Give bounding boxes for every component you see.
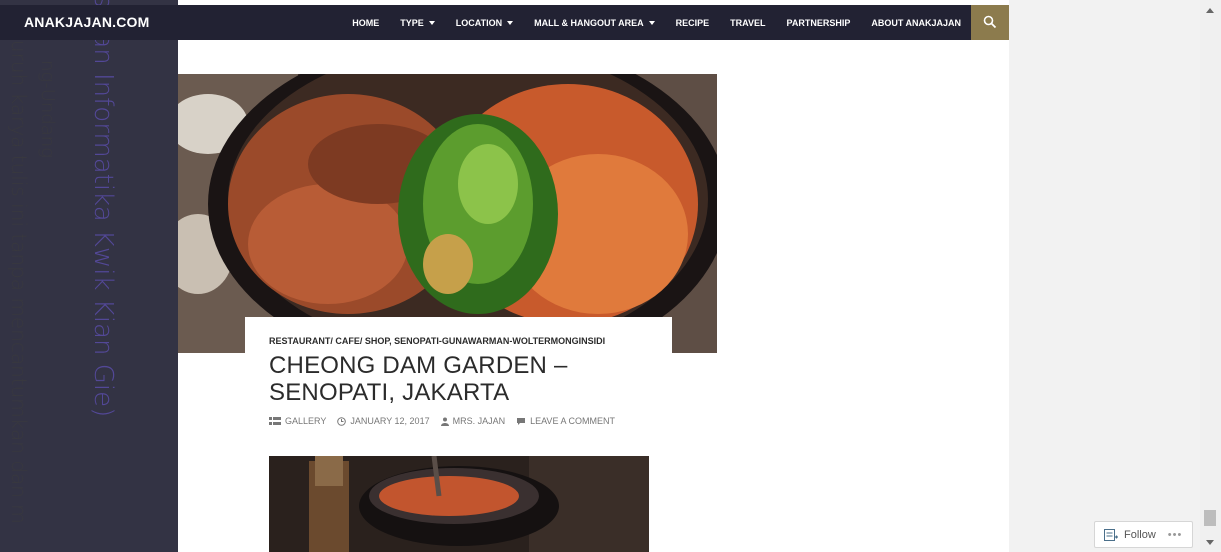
food-photo — [178, 74, 717, 353]
nav-item-travel[interactable]: TRAVEL — [730, 18, 765, 28]
watermark-line-1: s dan Informatika Kwik Kian Gie) — [88, 0, 118, 418]
follow-label: Follow — [1124, 528, 1156, 541]
main-menu: HOME TYPE LOCATION MALL & HANGOUT AREA R… — [331, 5, 961, 40]
top-navigation-bar: ANAKJAJAN.COM HOME TYPE LOCATION MALL & … — [0, 5, 1009, 40]
sidebar: s dan Informatika Kwik Kian Gie) ng-Unda… — [0, 0, 178, 552]
follow-icon — [1104, 528, 1118, 541]
right-gutter — [1009, 0, 1221, 552]
watermark-line-3: uruh karya tulis ini tanpa mencantumkan … — [7, 40, 31, 524]
featured-image[interactable] — [178, 74, 717, 353]
nav-item-about[interactable]: ABOUT ANAKJAJAN — [871, 18, 961, 28]
nav-item-partnership[interactable]: PARTNERSHIP — [786, 18, 850, 28]
nav-item-type[interactable]: TYPE — [400, 18, 435, 28]
gallery-icon — [269, 417, 281, 425]
scroll-thumb[interactable] — [1204, 510, 1216, 526]
post-format[interactable]: GALLERY — [269, 416, 326, 426]
site-logo[interactable]: ANAKJAJAN.COM — [24, 14, 150, 30]
nav-item-location[interactable]: LOCATION — [456, 18, 514, 28]
post-comments[interactable]: LEAVE A COMMENT — [516, 416, 615, 426]
post-title[interactable]: CHEONG DAM GARDEN – SENOPATI, JAKARTA — [269, 352, 629, 406]
clock-icon — [337, 416, 347, 426]
nav-item-home[interactable]: HOME — [352, 18, 379, 28]
more-options-icon[interactable]: ••• — [1168, 529, 1183, 541]
nav-item-mall-hangout[interactable]: MALL & HANGOUT AREA — [534, 18, 655, 28]
nav-item-recipe[interactable]: RECIPE — [676, 18, 710, 28]
scroll-up-icon[interactable] — [1206, 8, 1214, 13]
search-button[interactable] — [971, 5, 1009, 40]
user-icon — [440, 417, 449, 426]
scrollbar[interactable] — [1200, 0, 1221, 552]
entry-header-card — [245, 317, 672, 353]
scroll-down-icon[interactable] — [1206, 540, 1214, 545]
sauce-photo — [269, 456, 649, 552]
caret-down-icon — [507, 20, 514, 25]
follow-button[interactable]: Follow ••• — [1094, 521, 1193, 548]
caret-down-icon — [648, 20, 655, 25]
post-date[interactable]: JANUARY 12, 2017 — [337, 416, 430, 426]
post-content-image[interactable] — [269, 456, 649, 552]
search-icon — [983, 15, 997, 29]
comment-icon — [517, 417, 526, 425]
post-author[interactable]: MRS. JAJAN — [440, 416, 505, 426]
caret-down-icon — [428, 20, 435, 25]
post-categories[interactable]: RESTAURANT/ CAFE/ SHOP, SENOPATI-GUNAWAR… — [269, 336, 605, 346]
post-meta: GALLERY JANUARY 12, 2017 MRS. JAJAN LEAV… — [269, 416, 626, 426]
watermark-line-2: ng-Undang — [37, 60, 58, 158]
